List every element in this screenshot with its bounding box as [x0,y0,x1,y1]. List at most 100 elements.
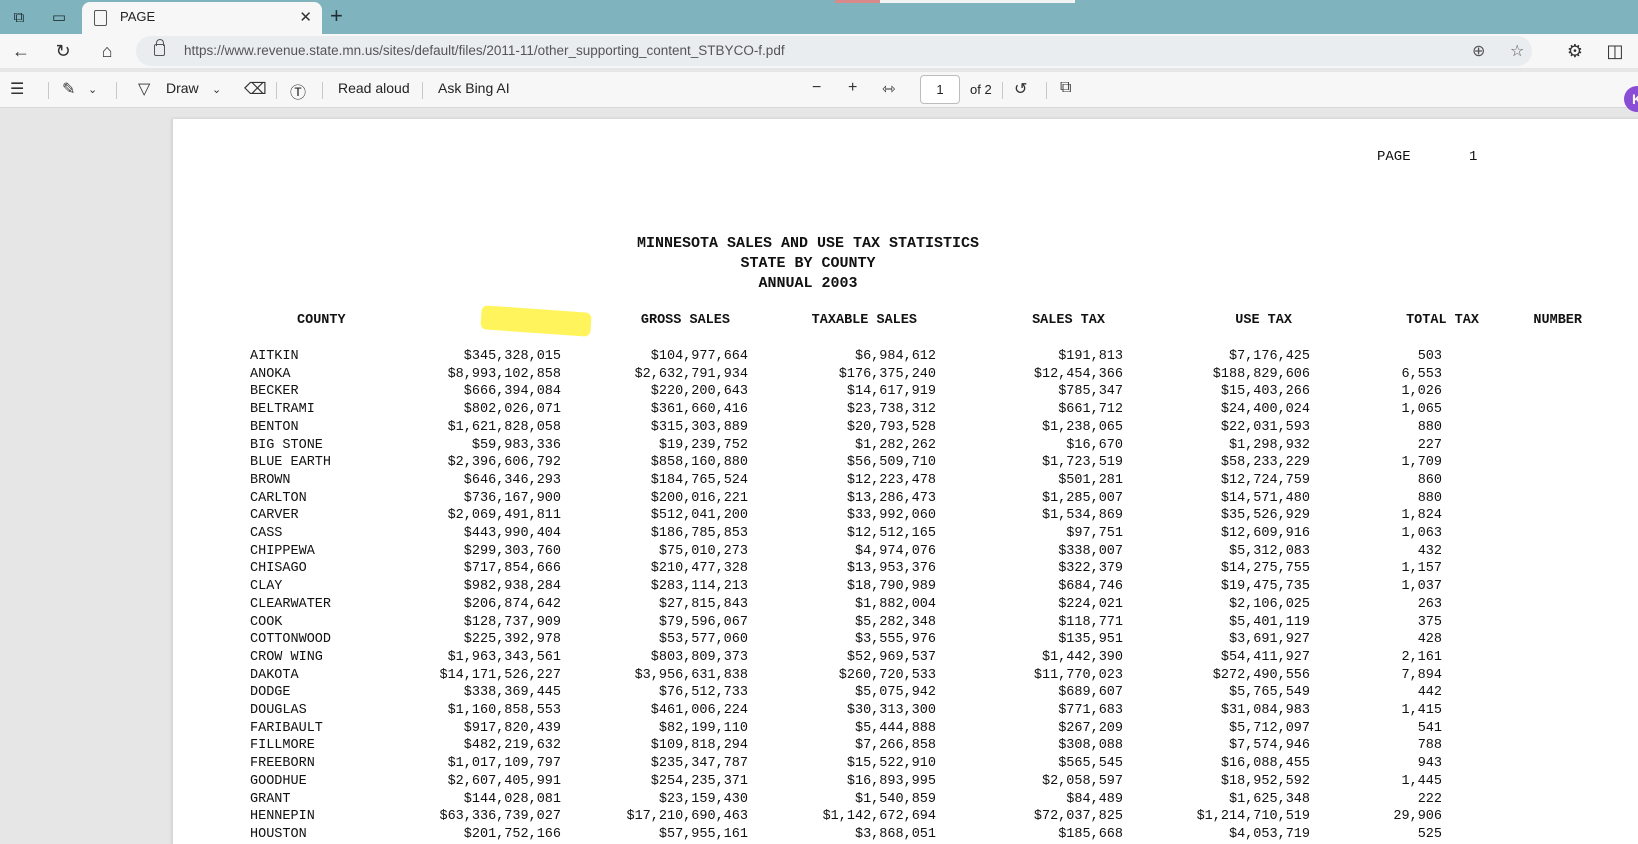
chevron-down-icon[interactable]: ⌄ [212,83,221,96]
gross-sales-cell: $1,160,858,553 [447,703,561,718]
page-count-label: of 2 [970,82,992,97]
total-tax-cell: $12,724,759 [1220,472,1310,488]
gross-sales-cell: $736,167,900 [463,490,561,506]
taxable-sales-cell: $3,956,631,838 [634,667,748,683]
total-tax-cell: $5,401,119 [1228,614,1310,630]
close-tab-icon[interactable]: ✕ [299,8,312,26]
use-tax-cell: $84,489 [1066,791,1123,807]
gross-sales-cell: $1,621,828,058 [447,419,561,435]
zoom-out-icon[interactable]: − [812,79,821,97]
taxable-sales-cell: $109,818,294 [650,738,748,754]
county-cell: HENNEPIN [250,809,315,825]
taxable-sales-cell: $803,809,373 [650,649,748,665]
chevron-down-icon[interactable]: ⌄ [88,83,97,96]
pdf-toolbar: ☰ ✎ ⌄ ▽ Draw ⌄ ⌫ Ⓣ Read aloud Ask Bing A… [0,72,1638,108]
sales-tax-cell: $23,738,312 [846,402,936,418]
county-cell: COTTONWOOD [250,632,332,648]
number-cell: 432 [1417,543,1442,559]
taxable-sales-cell: $220,200,643 [650,384,748,400]
tab-bar: ⧉ ▭ PAGE ✕ + [0,0,1638,34]
favorite-star-icon[interactable]: ☆ [1510,41,1524,61]
use-tax-cell: $185,668 [1058,826,1123,842]
use-tax-cell: $1,285,007 [1041,490,1123,506]
county-cell: DOUGLAS [250,703,307,718]
page-number-input[interactable]: 1 [920,75,960,104]
taxable-sales-cell: $75,010,273 [658,543,748,559]
gross-sales-cell: $8,993,102,858 [447,366,561,382]
total-tax-cell: $18,952,592 [1220,773,1310,789]
ask-bing-ai-button[interactable]: Ask Bing AI [438,80,510,96]
number-cell: 541 [1417,720,1442,736]
number-cell: 428 [1417,632,1442,648]
number-cell: 263 [1417,596,1442,612]
split-screen-icon[interactable]: ◫ [1602,39,1628,63]
sales-tax-cell: $56,509,710 [846,455,936,471]
tab-actions-icon[interactable]: ▭ [48,6,70,28]
active-tab[interactable]: PAGE ✕ [82,2,322,34]
sales-tax-cell: $13,286,473 [846,490,936,506]
new-tab-button[interactable]: + [330,4,343,28]
sales-tax-cell: $12,223,478 [846,472,936,488]
extensions-icon[interactable]: ⚙ [1562,39,1588,63]
profile-avatar-icon[interactable]: K [1624,86,1638,112]
number-cell: 1,824 [1401,508,1442,524]
separator [1046,82,1047,99]
table-row: BECKER $666,394,084 $220,200,643 $14,617,91… [173,384,1473,402]
taxable-sales-cell: $235,347,787 [650,756,748,772]
table-row: CLEARWATER $206,874,642 $27,815,843 $1,882,… [173,597,1473,615]
use-tax-cell: $12,454,366 [1033,366,1123,382]
sales-tax-cell: $20,793,528 [846,419,936,435]
draw-button[interactable]: Draw [166,80,199,96]
total-tax-cell: $22,031,593 [1220,419,1310,435]
total-tax-cell: $58,233,229 [1220,455,1310,471]
table-of-contents-icon[interactable]: ☰ [10,79,24,99]
total-tax-cell: $14,275,755 [1220,561,1310,577]
rotate-icon[interactable]: ↺ [1014,79,1027,99]
navigation-bar: ← ↻ ⌂ https://www.revenue.state.mn.us/si… [0,34,1638,68]
column-header-use-tax: USE TAX [1235,313,1292,328]
page-view-icon[interactable]: ⧉ [1060,79,1071,97]
county-cell: FREEBORN [250,756,315,772]
eraser-icon[interactable]: ⌫ [244,79,267,99]
gross-sales-cell: $802,026,071 [463,402,561,418]
draw-icon[interactable]: ▽ [138,79,150,99]
use-tax-cell: $771,683 [1058,703,1123,718]
county-cell: FILLMORE [250,738,315,754]
use-tax-cell: $684,746 [1058,579,1123,595]
zoom-icon[interactable]: ⊕ [1472,41,1485,61]
zoom-in-icon[interactable]: + [848,79,857,97]
number-cell: 1,065 [1401,402,1442,418]
county-cell: CLAY [250,579,283,595]
table-row: CLAY $982,938,284 $283,114,213 $18,790,989 $… [173,579,1473,597]
text-box-icon[interactable]: Ⓣ [290,79,306,103]
workspaces-icon[interactable]: ⧉ [8,6,30,28]
county-cell: CHISAGO [250,561,307,577]
number-cell: 1,157 [1401,561,1442,577]
back-arrow-icon[interactable]: ← [8,39,34,63]
county-cell: ANOKA [250,366,291,382]
use-tax-cell: $501,281 [1058,472,1123,488]
total-tax-cell: $5,712,097 [1228,720,1310,736]
use-tax-cell: $1,723,519 [1041,455,1123,471]
gross-sales-cell: $982,938,284 [463,579,561,595]
refresh-icon[interactable]: ↻ [50,39,76,63]
table-row: ANOKA $8,993,102,858 $2,632,791,934 $176,37… [173,367,1473,385]
read-aloud-button[interactable]: Read aloud [338,80,410,96]
home-icon[interactable]: ⌂ [94,39,120,63]
county-cell: DAKOTA [250,667,299,683]
table-row: DOUGLAS $1,160,858,553 $461,006,224 $30,313… [173,703,1473,721]
column-header-county: COUNTY [297,313,346,328]
address-bar[interactable]: https://www.revenue.state.mn.us/sites/de… [136,36,1532,66]
number-cell: 227 [1417,437,1442,453]
sales-tax-cell: $52,969,537 [846,649,936,665]
fit-to-page-icon[interactable]: ⇿ [882,79,895,99]
county-cell: BENTON [250,419,299,435]
highlight-icon[interactable]: ✎ [62,79,75,99]
column-header-gross-sales: GROSS SALES [640,313,730,328]
total-tax-cell: $3,691,927 [1228,632,1310,648]
table-row: BENTON $1,621,828,058 $315,303,889 $20,793,… [173,420,1473,438]
use-tax-cell: $191,813 [1058,349,1123,364]
table-row: BLUE EARTH $2,396,606,792 $858,160,880 $56,… [173,455,1473,473]
use-tax-cell: $97,751 [1066,526,1123,541]
county-cell: BIG STONE [250,437,323,453]
